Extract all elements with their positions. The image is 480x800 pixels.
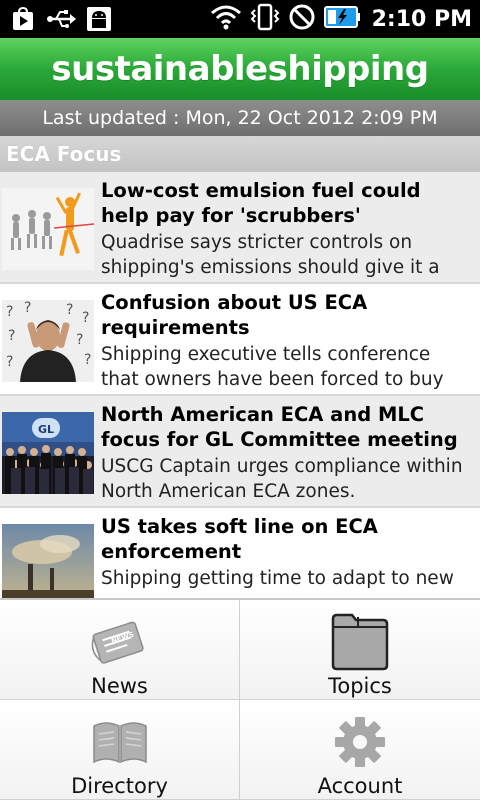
section-title: ECA Focus xyxy=(6,142,122,166)
article-summary: Quadrise says stricter controls on shipp… xyxy=(101,232,440,278)
svg-text:?: ? xyxy=(6,354,13,370)
article-item[interactable]: ??? ??? ?? Confusion about US ECA requir… xyxy=(0,284,480,396)
article-list: Low-cost emulsion fuel could help pay fo… xyxy=(0,172,480,598)
app-logo-text: sustainableshipping xyxy=(51,49,429,89)
status-bar: 2:10 PM xyxy=(0,0,480,38)
menu-news-label: News xyxy=(91,674,148,698)
last-updated-text: Last updated : Mon, 22 Oct 2012 2:09 PM xyxy=(42,107,438,129)
svg-text:?: ? xyxy=(24,300,31,316)
last-updated-bar: Last updated : Mon, 22 Oct 2012 2:09 PM xyxy=(0,100,480,136)
menu-account-button[interactable]: Account xyxy=(240,700,480,800)
svg-text:GL: GL xyxy=(38,423,54,436)
article-thumbnail: GL xyxy=(2,412,94,494)
clock: 2:10 PM xyxy=(371,6,472,32)
article-item[interactable]: US takes soft line on ECA enforcement Sh… xyxy=(0,508,480,598)
app-header: sustainableshipping xyxy=(0,38,480,100)
article-thumbnail xyxy=(2,188,94,270)
no-signal-icon xyxy=(288,3,316,35)
article-thumbnail xyxy=(2,524,94,598)
article-title: Low-cost emulsion fuel could help pay fo… xyxy=(101,179,421,227)
article-title: Confusion about US ECA requirements xyxy=(101,291,368,339)
newspaper-icon: NEWS xyxy=(90,612,150,672)
android-debug-icon xyxy=(84,4,114,34)
wifi-icon xyxy=(210,4,242,34)
book-icon xyxy=(92,712,148,772)
menu-topics-label: Topics xyxy=(328,674,392,698)
menu-topics-button[interactable]: Topics xyxy=(240,600,480,700)
usb-icon xyxy=(46,4,76,34)
article-thumbnail: ??? ??? ?? xyxy=(2,300,94,382)
menu-news-button[interactable]: NEWS News xyxy=(0,600,240,700)
play-store-icon xyxy=(8,4,38,34)
svg-text:?: ? xyxy=(84,352,91,368)
gear-icon xyxy=(333,712,387,772)
article-title: North American ECA and MLC focus for GL … xyxy=(101,403,458,451)
article-summary: Shipping executive tells conference that… xyxy=(101,344,444,390)
svg-text:?: ? xyxy=(66,302,73,318)
svg-text:?: ? xyxy=(8,328,15,344)
folder-icon xyxy=(330,612,390,672)
svg-text:?: ? xyxy=(82,310,89,326)
options-menu: NEWS News Topics Directory Account xyxy=(0,598,480,800)
article-summary: USCG Captain urges compliance within Nor… xyxy=(101,456,463,502)
article-title: US takes soft line on ECA enforcement xyxy=(101,515,378,563)
article-item[interactable]: Low-cost emulsion fuel could help pay fo… xyxy=(0,172,480,284)
article-summary: Shipping getting time to adapt to new xyxy=(101,568,454,589)
svg-text:?: ? xyxy=(6,304,13,320)
menu-directory-label: Directory xyxy=(71,774,168,798)
menu-account-label: Account xyxy=(317,774,403,798)
svg-text:?: ? xyxy=(76,332,83,348)
section-header: ECA Focus xyxy=(0,136,480,172)
battery-charging-icon xyxy=(323,4,360,34)
menu-directory-button[interactable]: Directory xyxy=(0,700,240,800)
article-item[interactable]: GL North American ECA and MLC focus for … xyxy=(0,396,480,508)
vibrate-icon xyxy=(250,2,280,36)
